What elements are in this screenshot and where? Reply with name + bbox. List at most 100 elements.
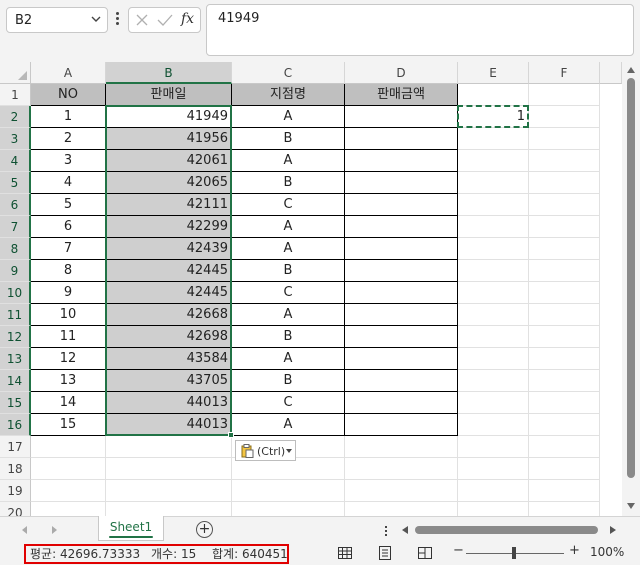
table-cell[interactable]: 13 <box>31 370 106 392</box>
table-cell[interactable]: 42111 <box>106 194 232 216</box>
cell[interactable] <box>529 238 600 260</box>
table-cell[interactable]: A <box>232 348 345 370</box>
column-header-f[interactable]: F <box>529 62 600 84</box>
cell[interactable] <box>31 458 106 480</box>
table-cell[interactable]: B <box>232 260 345 282</box>
table-cell[interactable] <box>345 194 458 216</box>
table-cell[interactable]: A <box>232 216 345 238</box>
cell[interactable] <box>106 502 232 516</box>
column-header-a[interactable]: A <box>31 62 106 84</box>
row-header-20[interactable]: 20 <box>0 502 31 516</box>
cell[interactable] <box>458 128 529 150</box>
row-header-5[interactable]: 5 <box>0 172 31 194</box>
table-cell[interactable]: B <box>232 370 345 392</box>
vertical-scroll-thumb[interactable] <box>627 78 635 478</box>
row-header-6[interactable]: 6 <box>0 194 31 216</box>
cell[interactable] <box>458 304 529 326</box>
table-cell[interactable]: A <box>232 106 345 128</box>
name-box[interactable]: B2 <box>6 7 108 33</box>
table-cell[interactable]: A <box>232 414 345 436</box>
row-header-14[interactable]: 14 <box>0 370 31 392</box>
cell[interactable] <box>458 84 529 106</box>
cell[interactable] <box>458 326 529 348</box>
table-cell[interactable]: 42698 <box>106 326 232 348</box>
formula-input[interactable]: 41949 <box>206 4 634 56</box>
row-header-16[interactable]: 16 <box>0 414 31 436</box>
scroll-up-icon[interactable] <box>627 67 635 73</box>
table-cell[interactable] <box>345 106 458 128</box>
cell[interactable] <box>458 414 529 436</box>
row-header-1[interactable]: 1 <box>0 84 31 106</box>
cell[interactable] <box>458 282 529 304</box>
vertical-scrollbar[interactable] <box>622 62 640 516</box>
fill-handle[interactable] <box>228 432 234 438</box>
select-all-corner[interactable] <box>0 62 31 84</box>
table-cell[interactable]: 3 <box>31 150 106 172</box>
table-header-cell[interactable]: 판매일 <box>106 84 232 106</box>
table-cell[interactable]: A <box>232 304 345 326</box>
table-header-cell[interactable]: 판매금액 <box>345 84 458 106</box>
row-header-12[interactable]: 12 <box>0 326 31 348</box>
row-header-3[interactable]: 3 <box>0 128 31 150</box>
row-header-8[interactable]: 8 <box>0 238 31 260</box>
cell[interactable] <box>529 326 600 348</box>
tab-split-handle-icon[interactable] <box>384 525 388 539</box>
table-cell[interactable]: 5 <box>31 194 106 216</box>
normal-view-icon[interactable] <box>337 545 357 561</box>
table-cell[interactable]: 44013 <box>106 392 232 414</box>
table-cell[interactable]: 42668 <box>106 304 232 326</box>
table-cell[interactable]: A <box>232 238 345 260</box>
table-cell[interactable]: 4 <box>31 172 106 194</box>
cell[interactable] <box>345 436 458 458</box>
cell[interactable] <box>458 172 529 194</box>
chevron-down-icon[interactable] <box>90 12 102 30</box>
table-header-cell[interactable]: 지점명 <box>232 84 345 106</box>
table-cell[interactable] <box>345 414 458 436</box>
table-cell[interactable]: 42445 <box>106 282 232 304</box>
scroll-left-icon[interactable] <box>402 526 408 534</box>
table-header-cell[interactable]: NO <box>31 84 106 106</box>
column-header-b[interactable]: B <box>106 62 232 84</box>
cell[interactable] <box>458 458 529 480</box>
table-cell[interactable]: 6 <box>31 216 106 238</box>
prev-sheet-icon[interactable] <box>22 526 27 534</box>
cell[interactable] <box>458 480 529 502</box>
zoom-in-button[interactable]: + <box>569 543 580 558</box>
table-cell[interactable]: 43584 <box>106 348 232 370</box>
table-cell[interactable]: 7 <box>31 238 106 260</box>
table-cell[interactable]: 42065 <box>106 172 232 194</box>
cell[interactable] <box>458 392 529 414</box>
scroll-down-icon[interactable] <box>627 503 635 509</box>
page-break-view-icon[interactable] <box>417 545 437 561</box>
more-options-icon[interactable] <box>113 10 121 30</box>
table-cell[interactable] <box>345 150 458 172</box>
cell[interactable] <box>529 194 600 216</box>
table-cell[interactable] <box>345 260 458 282</box>
table-cell[interactable]: 41956 <box>106 128 232 150</box>
cell[interactable] <box>529 304 600 326</box>
table-cell[interactable] <box>345 238 458 260</box>
cell[interactable] <box>529 260 600 282</box>
table-cell[interactable]: 8 <box>31 260 106 282</box>
cell[interactable] <box>458 502 529 516</box>
row-header-9[interactable]: 9 <box>0 260 31 282</box>
cell[interactable] <box>345 458 458 480</box>
row-header-11[interactable]: 11 <box>0 304 31 326</box>
cell[interactable] <box>232 502 345 516</box>
cell[interactable] <box>31 502 106 516</box>
cell[interactable] <box>458 260 529 282</box>
cell[interactable] <box>31 436 106 458</box>
add-sheet-icon[interactable]: + <box>196 521 213 538</box>
zoom-slider-thumb[interactable] <box>512 547 516 559</box>
cell[interactable] <box>106 458 232 480</box>
cell[interactable] <box>529 436 600 458</box>
table-cell[interactable]: 43705 <box>106 370 232 392</box>
cell[interactable] <box>345 502 458 516</box>
table-cell[interactable]: 41949 <box>106 106 232 128</box>
table-cell[interactable]: 9 <box>31 282 106 304</box>
cell[interactable] <box>458 348 529 370</box>
table-cell[interactable]: B <box>232 326 345 348</box>
cell[interactable] <box>529 282 600 304</box>
cell[interactable] <box>345 480 458 502</box>
enter-check-icon[interactable] <box>157 13 173 31</box>
